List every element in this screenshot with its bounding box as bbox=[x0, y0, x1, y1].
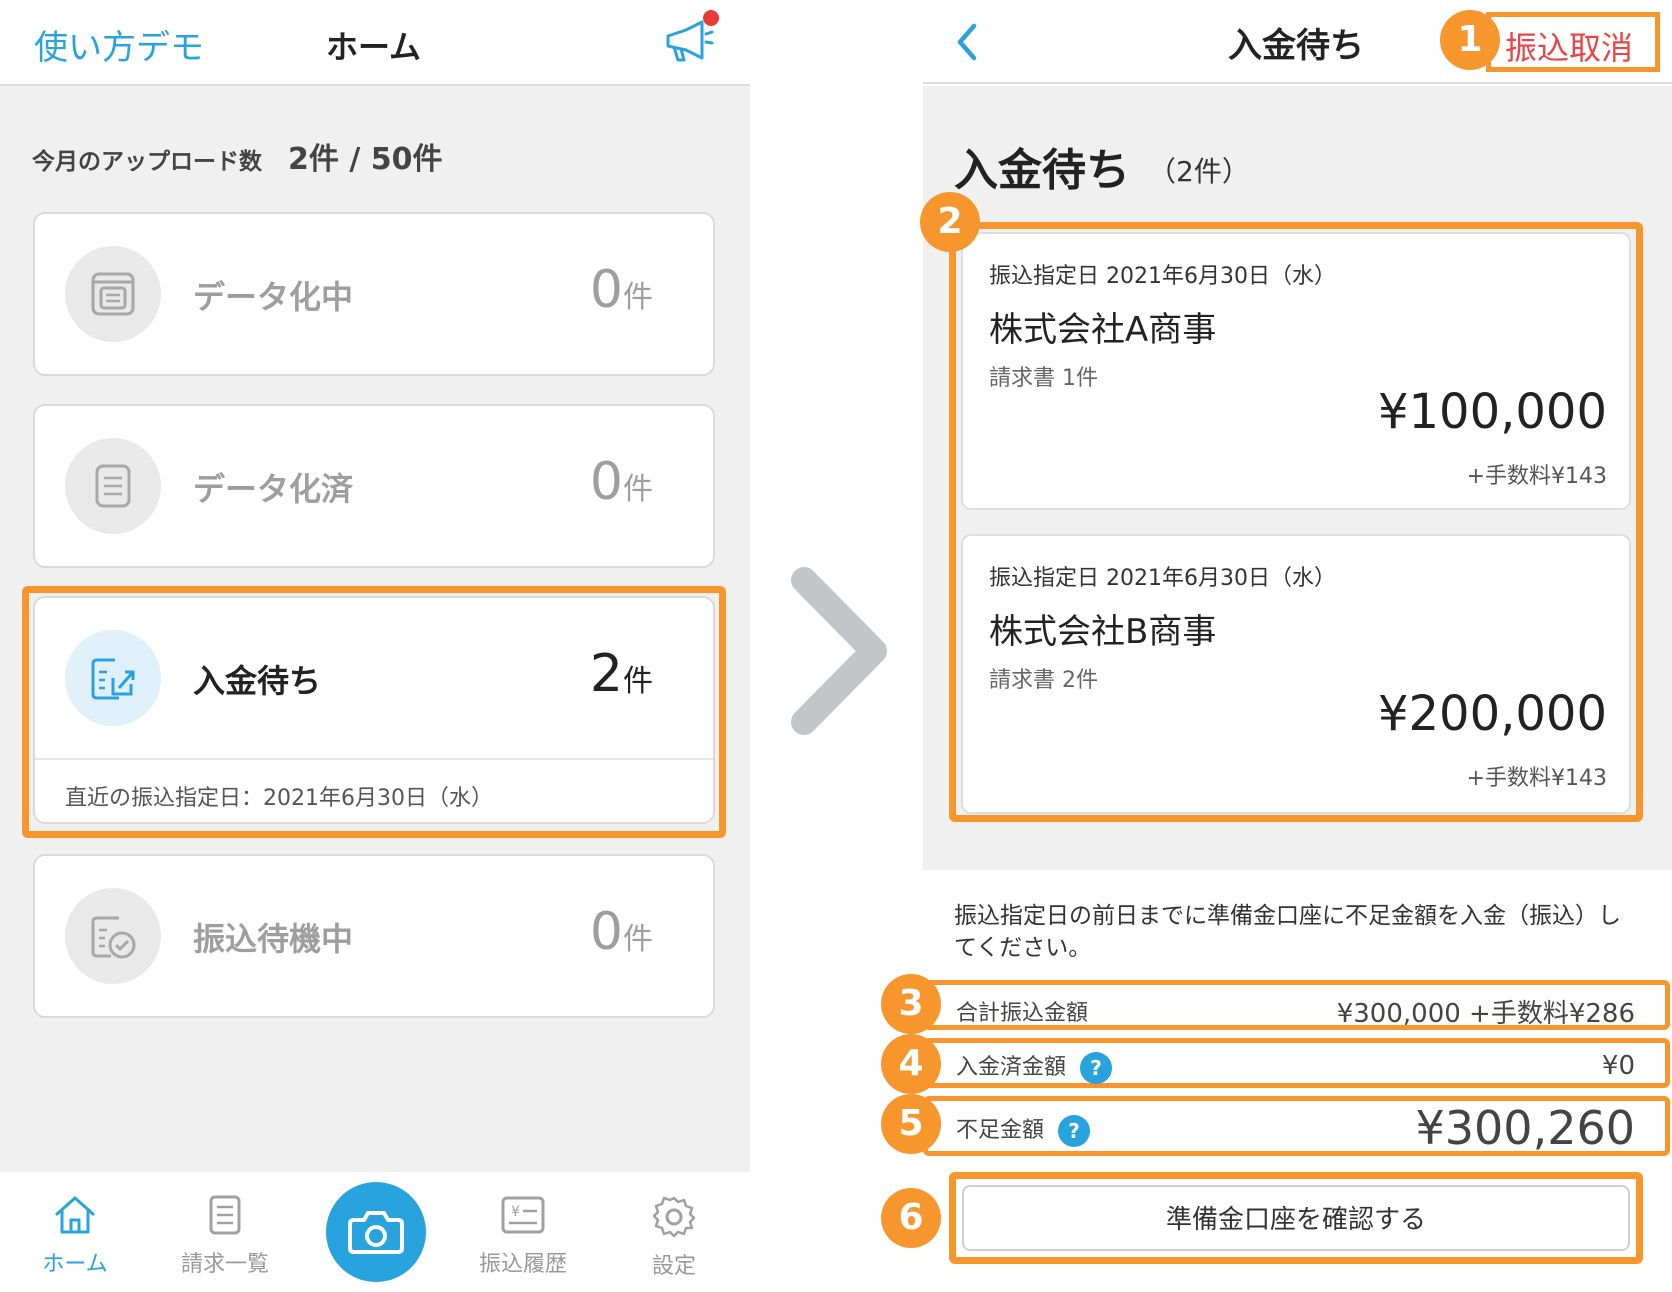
upload-count-label: 今月のアップロード数 bbox=[32, 149, 262, 175]
cancel-transfer-button[interactable]: 振込取消 bbox=[1486, 12, 1660, 72]
card-count: 0件 bbox=[589, 902, 653, 962]
card-transfer-pending[interactable]: 振込待機中 0件 bbox=[33, 854, 715, 1018]
section-count: （2件） bbox=[1148, 155, 1250, 188]
card-label: データ化中 bbox=[193, 278, 354, 316]
badge-3: 3 bbox=[881, 974, 941, 1034]
help-icon[interactable]: ? bbox=[1080, 1052, 1113, 1084]
total-transfer-value: ¥300,000 +手数料¥286 bbox=[1336, 999, 1635, 1029]
card-count: 0件 bbox=[589, 452, 653, 512]
card-count: 0件 bbox=[589, 260, 653, 320]
total-transfer-row: 合計振込金額 ¥300,000 +手数料¥286 bbox=[923, 980, 1670, 1030]
megaphone-icon[interactable] bbox=[662, 18, 714, 66]
svg-text:¥: ¥ bbox=[511, 1204, 520, 1220]
button-label: 準備金口座を確認する bbox=[962, 1185, 1630, 1251]
card-data-completed[interactable]: データ化済 0件 bbox=[33, 404, 715, 568]
badge-1: 1 bbox=[1440, 10, 1500, 70]
page-title: 入金待ち bbox=[1228, 26, 1364, 66]
tab-label: 振込履歴 bbox=[478, 1252, 567, 1277]
badge-2: 2 bbox=[920, 192, 980, 252]
camera-icon bbox=[348, 1211, 404, 1254]
deposited-amount-value: ¥0 bbox=[1601, 1051, 1635, 1081]
document-processing-icon bbox=[65, 246, 161, 342]
camera-button[interactable] bbox=[326, 1182, 426, 1282]
card-data-processing[interactable]: データ化中 0件 bbox=[33, 212, 715, 376]
highlight-frame-payments bbox=[949, 222, 1643, 822]
tab-transfer-history[interactable]: ¥ 振込履歴 bbox=[463, 1194, 583, 1278]
tab-invoice-list[interactable]: 請求一覧 bbox=[165, 1194, 285, 1278]
shortfall-amount-label: 不足金額? bbox=[956, 1112, 1091, 1147]
document-icon bbox=[65, 438, 161, 534]
card-label: 振込待機中 bbox=[193, 920, 354, 958]
total-transfer-label: 合計振込金額 bbox=[956, 1001, 1089, 1026]
card-label: データ化済 bbox=[193, 470, 354, 508]
highlight-frame-awaiting-card bbox=[22, 586, 726, 838]
check-reserve-account-button[interactable]: 準備金口座を確認する bbox=[949, 1172, 1643, 1264]
tab-bar: ホーム 請求一覧 ¥ 振込履歴 設定 bbox=[0, 1172, 750, 1292]
tab-label: 請求一覧 bbox=[180, 1252, 269, 1277]
settings-icon bbox=[652, 1196, 696, 1238]
back-chevron-icon[interactable] bbox=[952, 18, 982, 70]
chevron-right-icon bbox=[786, 566, 896, 740]
badge-4: 4 bbox=[881, 1034, 941, 1094]
deposit-notice: 振込指定日の前日までに準備金口座に不足金額を入金（振込）してください。 bbox=[954, 903, 1621, 961]
page-title: ホーム bbox=[326, 28, 422, 66]
how-to-demo-link[interactable]: 使い方デモ bbox=[34, 20, 204, 69]
home-icon bbox=[55, 1196, 95, 1234]
shortfall-amount-value: ¥300,260 bbox=[1415, 1101, 1636, 1155]
help-icon[interactable]: ? bbox=[1058, 1115, 1091, 1147]
section-heading: 入金待ち bbox=[954, 145, 1130, 196]
tab-label: 設定 bbox=[651, 1254, 696, 1279]
deposited-amount-label: 入金済金額? bbox=[956, 1049, 1113, 1084]
shortfall-amount-row: 不足金額? ¥300,260 bbox=[923, 1096, 1670, 1156]
invoice-list-icon bbox=[209, 1195, 241, 1235]
document-check-icon bbox=[65, 888, 161, 984]
badge-5: 5 bbox=[881, 1094, 941, 1154]
badge-6: 6 bbox=[881, 1188, 941, 1248]
deposited-amount-row: 入金済金額? ¥0 bbox=[923, 1038, 1670, 1088]
tab-home[interactable]: ホーム bbox=[15, 1194, 135, 1278]
tab-label: ホーム bbox=[42, 1252, 108, 1277]
notification-dot bbox=[703, 10, 719, 26]
transfer-history-icon: ¥ bbox=[501, 1196, 545, 1234]
upload-count-value: 2件 / 50件 bbox=[288, 142, 443, 177]
tab-settings[interactable]: 設定 bbox=[614, 1194, 734, 1280]
